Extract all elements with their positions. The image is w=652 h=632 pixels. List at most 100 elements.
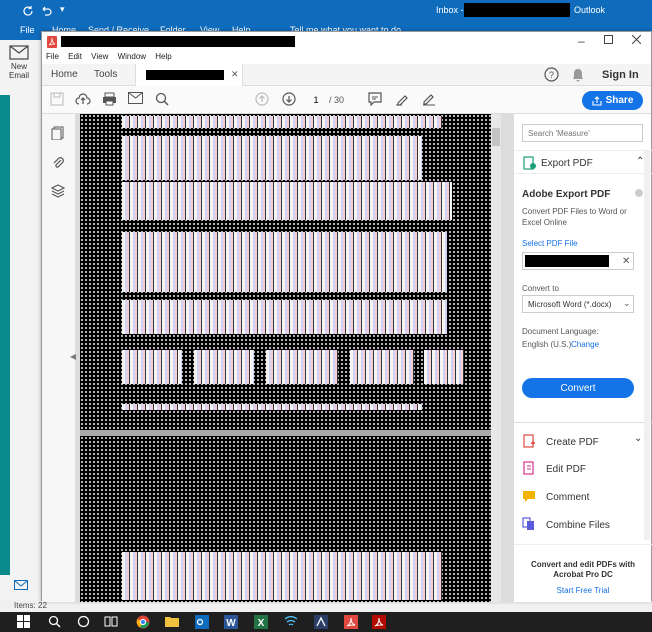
notification-bell-icon[interactable] [572,68,584,82]
tool-comment[interactable]: Comment [522,489,589,505]
svg-text:?: ? [549,70,554,80]
share-button[interactable]: Share [582,91,643,110]
acrobat-tab-bar: Home Tools ✕ ? Sign In [42,64,651,86]
acrobat-taskbar-icon[interactable] [344,615,358,629]
export-pdf-header[interactable]: Export PDF ⌃ [514,150,652,174]
attachments-icon[interactable] [51,156,65,170]
acrobat-toolbar: / 30 Share [42,86,651,114]
document-view[interactable] [76,114,513,602]
tools-scrollbar[interactable] [644,150,650,540]
email-icon[interactable] [128,92,144,108]
clear-file-icon[interactable]: ✕ [622,256,630,267]
mail-nav-icon[interactable] [14,580,28,590]
redacted-document-title [61,36,295,47]
tab-home[interactable]: Home [51,69,78,80]
tool-edit-pdf[interactable]: Edit PDF [522,461,586,477]
change-language-link[interactable]: Change [571,340,599,349]
excel-icon[interactable]: X [254,615,268,629]
sync-icon[interactable] [22,5,34,17]
menu-edit[interactable]: Edit [68,52,82,61]
menu-help[interactable]: Help [155,52,171,61]
close-icon[interactable] [632,35,641,44]
outlook-taskbar-icon[interactable] [195,615,209,629]
tab-tools[interactable]: Tools [94,69,117,80]
tab-document[interactable]: ✕ [135,64,243,86]
selected-file-field[interactable] [522,252,634,270]
start-free-trial-link[interactable]: Start Free Trial [514,586,652,595]
image-block [122,350,182,384]
fill-sign-icon[interactable] [422,92,438,108]
tool-create-pdf[interactable]: Create PDF [522,434,599,450]
export-pdf-icon [522,156,536,170]
menu-file[interactable]: File [46,52,59,61]
page-number-input[interactable] [306,93,326,107]
svg-text:X: X [258,618,265,629]
edit-pdf-label: Edit PDF [546,463,587,475]
task-view-icon[interactable] [104,615,118,629]
redacted-file-name [525,255,609,267]
combine-files-label: Combine Files [546,519,610,531]
menu-view[interactable]: View [91,52,108,61]
redacted-tab-title [146,70,224,80]
cortana-icon[interactable] [77,615,91,629]
tab-close-icon[interactable]: ✕ [231,69,239,80]
help-icon[interactable]: ? [544,67,559,82]
doc-language-value: English (U.S.) [522,340,572,349]
export-description: Convert PDF Files to Word or Excel Onlin… [522,207,627,227]
windows-start-icon[interactable] [17,615,31,629]
chevron-down-icon: ⌄ [623,298,631,308]
text-block [122,300,447,334]
comment-label: Comment [546,491,590,503]
undo-icon[interactable] [40,5,52,17]
quick-access-dropdown-icon[interactable]: ▾ [60,4,65,15]
svg-text:W: W [226,618,236,629]
select-pdf-file-link[interactable]: Select PDF File [522,239,578,248]
search-tools-input[interactable] [522,124,643,142]
comment-tool-icon[interactable] [368,92,384,108]
text-block [122,136,422,180]
scroll-thumb[interactable] [492,128,500,146]
ribbon-tab-file[interactable]: File [20,25,35,35]
print-icon[interactable] [102,92,118,108]
upload-cloud-icon[interactable] [75,92,91,108]
convert-format-select[interactable]: Microsoft Word (*.docx) ⌄ [522,295,634,313]
menu-window[interactable]: Window [118,52,146,61]
new-email-button[interactable]: New Email [6,44,32,80]
tool-combine-files[interactable]: Combine Files [522,517,610,533]
convert-button[interactable]: Convert [522,378,634,398]
outlook-title-bar: ▾ Inbox - Outlook [0,0,652,22]
page-up-icon[interactable] [255,92,271,108]
windows-taskbar: W X [0,612,652,632]
outlook-app-name: Outlook [574,5,606,15]
image-block [350,350,414,384]
adobe-export-title: Adobe Export PDF [522,189,611,200]
document-scrollbar[interactable] [491,114,501,602]
pdf-page-2 [80,436,491,602]
search-icon[interactable] [155,92,171,108]
wifi-icon[interactable] [284,615,298,629]
items-count: Items: 22 [14,601,47,610]
app-taskbar-icon[interactable] [314,615,328,629]
create-pdf-chevron-icon[interactable]: ⌄ [634,433,642,444]
word-icon[interactable]: W [224,615,238,629]
page-down-icon[interactable] [282,92,298,108]
share-icon [592,95,602,106]
text-block [122,116,442,128]
minimize-button[interactable]: – [578,34,585,48]
sign-in-button[interactable]: Sign In [602,69,639,81]
file-explorer-icon[interactable] [165,615,179,629]
maximize-button[interactable] [604,35,613,44]
text-block [122,552,442,600]
convert-format-value: Microsoft Word (*.docx) [528,300,612,309]
taskbar-search-icon[interactable] [48,615,62,629]
layers-icon[interactable] [51,184,65,198]
page-thumbnails-icon[interactable] [51,126,65,140]
acrobat-reader-taskbar-icon[interactable] [372,615,386,629]
navigation-pane: ◀ [42,114,76,602]
outlook-window-title: Inbox - [436,5,464,15]
save-icon[interactable] [50,92,66,108]
tools-pane: Export PDF ⌃ Adobe Export PDF Convert PD… [513,114,652,602]
highlight-pen-icon[interactable] [395,92,411,108]
chrome-icon[interactable] [136,615,150,629]
create-pdf-icon [522,434,538,450]
